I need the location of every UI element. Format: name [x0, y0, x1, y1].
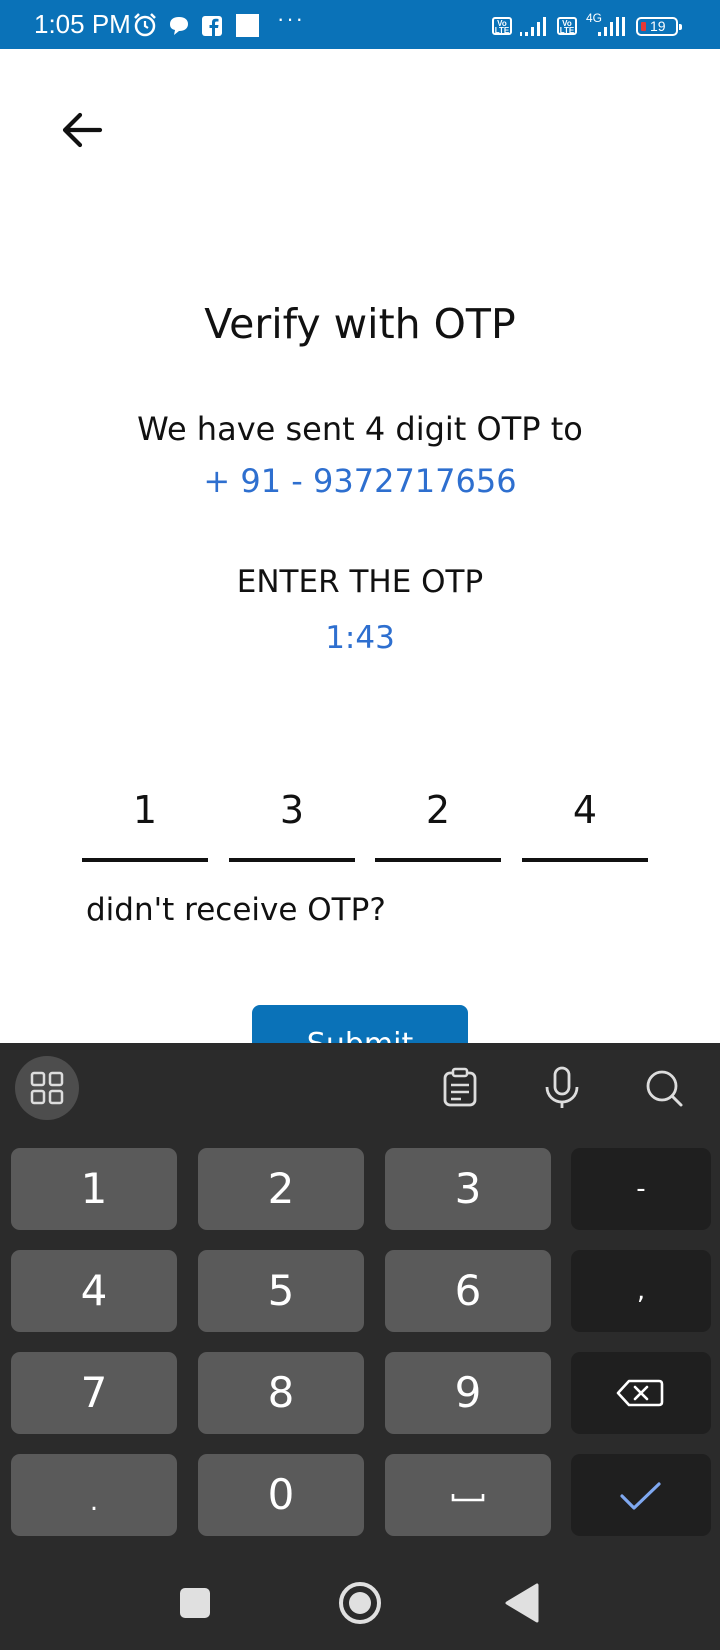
keyboard-menu-button[interactable] [15, 1056, 79, 1120]
status-time: 1:05 PM [34, 9, 131, 39]
microphone-icon[interactable] [530, 1056, 594, 1120]
numeric-keyboard: 1 2 3 - 4 5 6 , 7 8 9 . 0 [0, 1043, 720, 1650]
volte-icon-2: Vo LTE [557, 17, 577, 35]
otp-digit-box-1[interactable]: 1 [82, 780, 208, 862]
back-button[interactable] [503, 1582, 543, 1624]
otp-underline [82, 858, 208, 862]
otp-underline [522, 858, 648, 862]
back-arrow-icon[interactable] [56, 104, 108, 156]
otp-underline [229, 858, 355, 862]
status-bar: 1:05 PM ··· Vo LTE Vo LTE 4G 19 [0, 0, 720, 49]
key-0[interactable]: 0 [198, 1454, 364, 1536]
search-icon[interactable] [632, 1056, 696, 1120]
otp-digit: 2 [425, 788, 451, 832]
key-6[interactable]: 6 [385, 1250, 551, 1332]
key-minus[interactable]: - [571, 1148, 711, 1230]
key-1[interactable]: 1 [11, 1148, 177, 1230]
resend-otp-link[interactable]: didn't receive OTP? [86, 892, 386, 928]
square-icon [236, 14, 259, 37]
page-title: Verify with OTP [204, 300, 516, 348]
backspace-icon [616, 1379, 664, 1407]
otp-sent-message: We have sent 4 digit OTP to [137, 410, 583, 448]
signal-1-icon [520, 16, 550, 36]
battery-level: 19 [650, 18, 666, 34]
clipboard-icon[interactable] [428, 1056, 492, 1120]
otp-digit: 3 [279, 788, 305, 832]
volte-icon: Vo LTE [492, 17, 512, 35]
otp-underline [375, 858, 501, 862]
recents-button[interactable] [177, 1585, 213, 1621]
key-8[interactable]: 8 [198, 1352, 364, 1434]
grid-icon [30, 1071, 64, 1105]
space-key[interactable] [385, 1454, 551, 1536]
signal-2-icon [598, 16, 628, 36]
battery-icon: 19 [636, 17, 682, 36]
otp-digit-box-2[interactable]: 3 [229, 780, 355, 862]
more-icon: ··· [277, 6, 305, 31]
facebook-icon [202, 16, 222, 36]
otp-digit: 4 [572, 788, 598, 832]
alarm-icon [134, 13, 156, 37]
otp-digit-box-4[interactable]: 4 [522, 780, 648, 862]
key-2[interactable]: 2 [198, 1148, 364, 1230]
backspace-key[interactable] [571, 1352, 711, 1434]
key-4[interactable]: 4 [11, 1250, 177, 1332]
otp-digit-box-3[interactable]: 2 [375, 780, 501, 862]
space-icon [451, 1494, 485, 1502]
key-5[interactable]: 5 [198, 1250, 364, 1332]
otp-timer: 1:43 [325, 620, 395, 656]
checkmark-icon [620, 1482, 661, 1510]
home-button[interactable] [337, 1580, 383, 1626]
key-7[interactable]: 7 [11, 1352, 177, 1434]
phone-number: + 91 - 9372717656 [203, 462, 517, 500]
chat-icon [170, 17, 188, 35]
enter-otp-label: ENTER THE OTP [236, 564, 484, 600]
otp-digit: 1 [132, 788, 158, 832]
key-period[interactable]: . [11, 1454, 177, 1536]
key-3[interactable]: 3 [385, 1148, 551, 1230]
enter-key[interactable] [571, 1454, 711, 1536]
key-comma[interactable]: , [571, 1250, 711, 1332]
key-9[interactable]: 9 [385, 1352, 551, 1434]
